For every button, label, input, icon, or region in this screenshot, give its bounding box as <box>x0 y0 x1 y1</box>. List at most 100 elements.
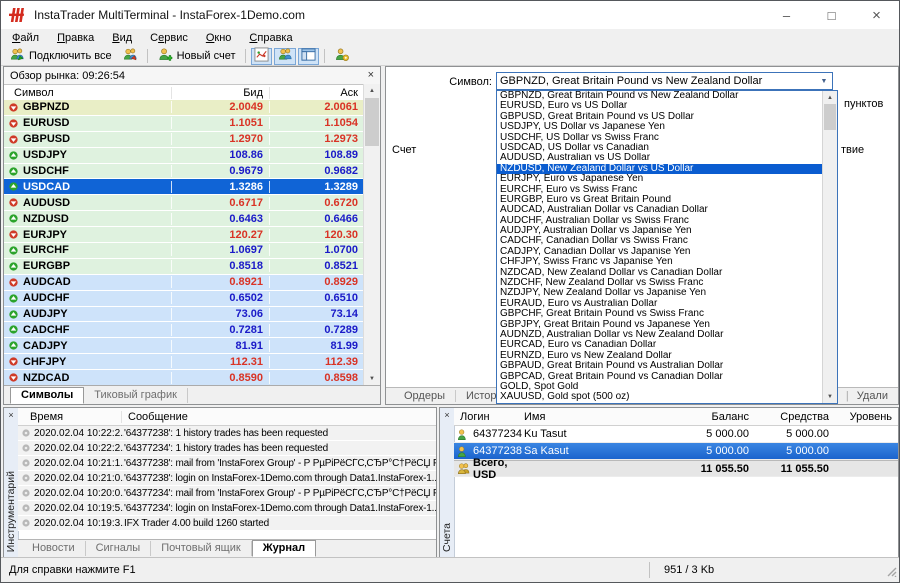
journal-row[interactable]: 2020.02.04 10:19:5... '64377234': login … <box>18 501 436 516</box>
column-bid[interactable]: Бид <box>172 87 270 99</box>
dropdown-item[interactable]: GBPAUD, Great Britain Pound vs Australia… <box>497 361 823 371</box>
toggle-accounts-button[interactable] <box>274 48 296 65</box>
dropdown-item[interactable]: CADJPY, Canadian Dollar vs Japanise Yen <box>497 247 823 257</box>
minimize-button[interactable]: – <box>764 1 809 29</box>
column-name[interactable]: Имя <box>524 411 674 423</box>
accounts-close-icon[interactable]: × <box>440 410 454 420</box>
tab-orders[interactable]: Ордеры <box>394 390 456 402</box>
new-account-button[interactable]: Новый счет <box>152 47 241 66</box>
dropdown-item[interactable]: USDCAD, US Dollar vs Canadian <box>497 143 823 153</box>
menu-item[interactable]: Сервис <box>141 30 197 46</box>
market-watch-row[interactable]: EURGBP 0.8518 0.8521 <box>4 259 364 275</box>
column-time[interactable]: Время <box>18 411 122 423</box>
menu-item[interactable]: Окно <box>197 30 241 46</box>
dropdown-item[interactable]: EURNZD, Euro vs New Zealand Dollar <box>497 351 823 361</box>
scroll-up-icon[interactable]: ▲ <box>823 91 837 104</box>
dropdown-item[interactable]: GBPNZD, Great Britain Pound vs New Zeala… <box>497 91 823 101</box>
scroll-up-icon[interactable]: ▲ <box>364 84 380 97</box>
market-watch-row[interactable]: CADJPY 81.91 81.99 <box>4 338 364 354</box>
tab-symbols[interactable]: Символы <box>10 387 84 404</box>
column-equity[interactable]: Средства <box>749 411 829 423</box>
market-watch-row[interactable]: CADCHF 0.7281 0.7289 <box>4 322 364 338</box>
column-symbol[interactable]: Символ <box>4 87 172 99</box>
tab-signals[interactable]: Сигналы <box>86 541 152 556</box>
market-watch-row[interactable]: CHFJPY 112.31 112.39 <box>4 354 364 370</box>
chevron-down-icon[interactable]: ▼ <box>816 78 832 85</box>
dropdown-item[interactable]: NZDCAD, New Zealand Dollar vs Canadian D… <box>497 268 823 278</box>
dropdown-item[interactable]: NZDUSD, New Zealand Dollar vs US Dollar <box>497 164 823 174</box>
market-watch-row[interactable]: AUDCAD 0.8921 0.8929 <box>4 275 364 291</box>
journal-row[interactable]: 2020.02.04 10:21:1... '64377238': mail f… <box>18 456 436 471</box>
dropdown-item[interactable]: GBPCAD, Great Britain Pound vs Canadian … <box>497 372 823 382</box>
dropdown-item[interactable]: EURCHF, Euro vs Swiss Franc <box>497 185 823 195</box>
dropdown-item[interactable]: EURCAD, Euro vs Canadian Dollar <box>497 340 823 350</box>
dropdown-item[interactable]: EURUSD, Euro vs US Dollar <box>497 101 823 111</box>
dropdown-item[interactable]: EURJPY, Euro vs Japanese Yen <box>497 174 823 184</box>
column-ask[interactable]: Аск <box>270 87 364 99</box>
market-watch-row[interactable]: EURUSD 1.1051 1.1054 <box>4 116 364 132</box>
dropdown-item[interactable]: USDJPY, US Dollar vs Japanese Yen <box>497 122 823 132</box>
market-watch-row[interactable]: USDJPY 108.86 108.89 <box>4 148 364 164</box>
market-watch-row[interactable]: GBPUSD 1.2970 1.2973 <box>4 132 364 148</box>
close-button[interactable]: × <box>854 1 899 29</box>
menu-item[interactable]: Правка <box>48 30 103 46</box>
connect-all-button[interactable]: Подключить все <box>4 47 117 66</box>
tab-news[interactable]: Новости <box>22 541 86 556</box>
dropdown-item[interactable]: AUDUSD, Australian vs US Dollar <box>497 153 823 163</box>
scroll-down-icon[interactable]: ▼ <box>364 372 380 385</box>
account-row[interactable]: 64377234 Ku Tasut 5 000.00 5 000.00 <box>454 426 898 443</box>
journal-row[interactable]: 2020.02.04 10:21:0... '64377238': login … <box>18 471 436 486</box>
journal-row[interactable]: 2020.02.04 10:19:3... IFX Trader 4.00 bu… <box>18 516 436 531</box>
market-watch-close-icon[interactable]: × <box>368 70 374 81</box>
dropdown-item[interactable]: GOLD, Spot Gold <box>497 382 823 392</box>
delete-button-fragment[interactable]: Удали <box>849 390 896 402</box>
toggle-market-watch-button[interactable] <box>251 48 272 65</box>
scrollbar-thumb[interactable] <box>824 104 836 130</box>
dropdown-item[interactable]: AUDCAD, Australian Dollar vs Canadian Do… <box>497 205 823 215</box>
dropdown-item[interactable]: AUDJPY, Australian Dollar vs Japanise Ye… <box>497 226 823 236</box>
journal-row[interactable]: 2020.02.04 10:20:0... '64377234': mail f… <box>18 486 436 501</box>
resize-grip[interactable] <box>887 567 897 580</box>
symbol-combobox[interactable]: GBPNZD, Great Britain Pound vs New Zeala… <box>496 72 833 90</box>
dropdown-item[interactable]: USDCHF, US Dollar vs Swiss Franc <box>497 133 823 143</box>
menu-item[interactable]: Справка <box>240 30 301 46</box>
column-message[interactable]: Сообщение <box>122 411 436 423</box>
dropdown-item[interactable]: EURAUD, Euro vs Australian Dollar <box>497 299 823 309</box>
tab-mailbox[interactable]: Почтовый ящик <box>151 541 251 556</box>
toolbox-close-icon[interactable]: × <box>4 410 18 420</box>
market-watch-row[interactable]: EURCHF 1.0697 1.0700 <box>4 243 364 259</box>
toggle-toolbox-button[interactable] <box>298 48 319 65</box>
dropdown-item[interactable]: AUDNZD, Australian Dollar vs New Zealand… <box>497 330 823 340</box>
dropdown-item[interactable]: XAUUSD, Gold spot (500 oz) <box>497 392 823 402</box>
dropdown-item[interactable]: CADCHF, Canadian Dollar vs Swiss Franc <box>497 236 823 246</box>
journal-row[interactable]: 2020.02.04 10:22:2... '64377234': 1 hist… <box>18 441 436 456</box>
market-watch-row[interactable]: AUDCHF 0.6502 0.6510 <box>4 291 364 307</box>
column-level[interactable]: Уровень <box>829 411 898 423</box>
column-balance[interactable]: Баланс <box>674 411 749 423</box>
column-login[interactable]: Логин <box>454 411 524 423</box>
market-watch-row[interactable]: AUDJPY 73.06 73.14 <box>4 307 364 323</box>
dropdown-item[interactable]: AUDCHF, Australian Dollar vs Swiss Franc <box>497 216 823 226</box>
tab-journal[interactable]: Журнал <box>252 540 316 557</box>
market-watch-row[interactable]: USDCHF 0.9679 0.9682 <box>4 164 364 180</box>
scroll-down-icon[interactable]: ▼ <box>823 390 837 403</box>
market-watch-row[interactable]: EURJPY 120.27 120.30 <box>4 227 364 243</box>
market-watch-row[interactable]: GBPNZD 2.0049 2.0061 <box>4 100 364 116</box>
maximize-button[interactable]: □ <box>809 1 854 29</box>
market-watch-row[interactable]: USDCAD 1.3286 1.3289 <box>4 179 364 195</box>
market-watch-row[interactable]: NZDCAD 0.8590 0.8598 <box>4 370 364 385</box>
dropdown-item[interactable]: GBPJPY, Great Britain Pound vs Japanese … <box>497 320 823 330</box>
menu-item[interactable]: Вид <box>103 30 141 46</box>
scrollbar-thumb[interactable] <box>365 98 379 146</box>
market-watch-row[interactable]: AUDUSD 0.6717 0.6720 <box>4 195 364 211</box>
dropdown-item[interactable]: EURGBP, Euro vs Great Britain Pound <box>497 195 823 205</box>
menu-item[interactable]: Файл <box>3 30 48 46</box>
dropdown-item[interactable]: GBPUSD, Great Britain Pound vs US Dollar <box>497 112 823 122</box>
dropdown-item[interactable]: GBPCHF, Great Britain Pound vs Swiss Fra… <box>497 309 823 319</box>
dropdown-item[interactable]: NZDCHF, New Zealand Dollar vs Swiss Fran… <box>497 278 823 288</box>
market-watch-scrollbar[interactable]: ▲ ▼ <box>363 84 380 385</box>
market-watch-row[interactable]: NZDUSD 0.6463 0.6466 <box>4 211 364 227</box>
dropdown-scrollbar[interactable]: ▲ ▼ <box>822 91 837 403</box>
dropdown-item[interactable]: CHFJPY, Swiss Franc vs Japanise Yen <box>497 257 823 267</box>
dropdown-item[interactable]: NZDJPY, New Zealand Dollar vs Japanise Y… <box>497 288 823 298</box>
